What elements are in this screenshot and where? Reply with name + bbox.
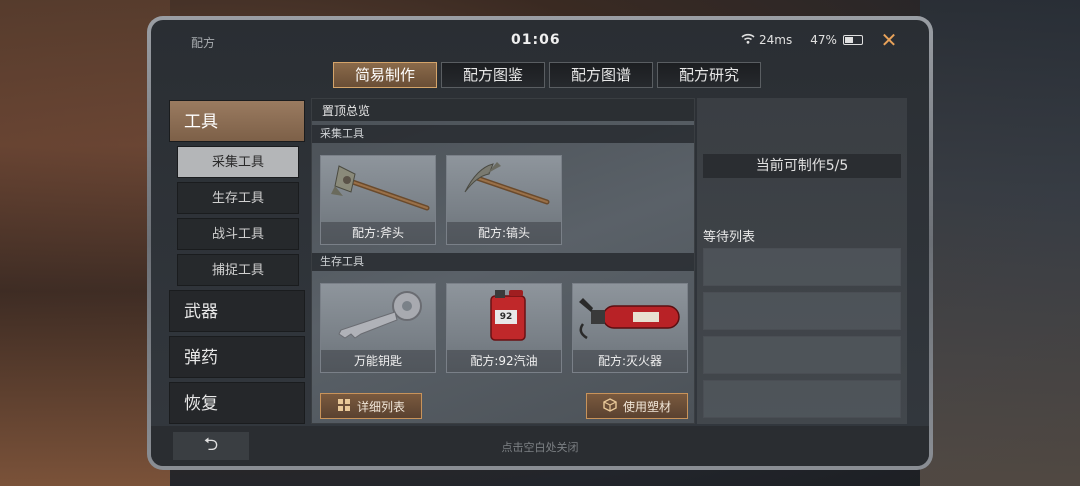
handheld-device-frame: 配方 01:06 24ms 47% ✕ 简易制作 配方图鉴 配方图谱 配方研究 … <box>147 16 933 470</box>
subcategory-survival-tools[interactable]: 生存工具 <box>177 182 299 214</box>
use-plastic-label: 使用塑材 <box>622 399 671 414</box>
background-left <box>0 0 170 486</box>
status-indicators: 24ms 47% <box>741 33 863 47</box>
subcategory-capture-tools[interactable]: 捕捉工具 <box>177 254 299 286</box>
crafting-screen: 配方 01:06 24ms 47% ✕ 简易制作 配方图鉴 配方图谱 配方研究 … <box>151 20 929 466</box>
grid-icon <box>337 398 351 415</box>
recipe-card-fire-extinguisher[interactable]: 配方:灭火器 <box>572 283 688 373</box>
tab-recipe-codex[interactable]: 配方图鉴 <box>441 62 545 88</box>
battery-icon <box>842 35 863 45</box>
tab-recipe-atlas[interactable]: 配方图谱 <box>549 62 653 88</box>
use-plastic-button[interactable]: 使用塑材 <box>586 393 688 419</box>
subcategory-gathering-tools[interactable]: 采集工具 <box>177 146 299 178</box>
pickaxe-icon <box>447 156 561 224</box>
pinned-overview-title: 置顶总览 <box>322 104 371 118</box>
category-weapons[interactable]: 武器 <box>169 290 305 332</box>
close-hint[interactable]: 点击空白处关闭 <box>151 439 929 455</box>
background-right <box>920 0 1080 486</box>
axe-icon <box>321 156 435 224</box>
back-button[interactable]: ⮌ <box>173 432 249 460</box>
queue-slot[interactable] <box>703 380 901 418</box>
crafting-queue-panel: 当前可制作5/5 等待列表 <box>697 98 907 424</box>
waiting-list-title: 等待列表 <box>703 230 756 245</box>
queue-slot[interactable] <box>703 248 901 286</box>
key-icon <box>321 284 435 352</box>
tab-bar: 简易制作 配方图鉴 配方图谱 配方研究 <box>333 62 761 88</box>
recipe-card-label: 配方:92汽油 <box>447 350 561 372</box>
recipe-card-label: 配方:斧头 <box>321 222 435 244</box>
section-gathering-tools: 采集工具 <box>312 125 694 143</box>
details-list-label: 详细列表 <box>356 399 405 414</box>
category-recovery[interactable]: 恢复 <box>169 382 305 424</box>
recipe-card-92-gasoline[interactable]: 92 配方:92汽油 <box>446 283 562 373</box>
craftable-count: 当前可制作5/5 <box>703 154 901 178</box>
recipe-list-panel: 置顶总览 采集工具 配方:斧头 配方:镐头 生存工具 万能钥匙 92 配方:92… <box>311 98 695 424</box>
screen-title: 配方 <box>191 36 216 50</box>
tab-simple-craft[interactable]: 简易制作 <box>333 62 437 88</box>
details-list-button[interactable]: 详细列表 <box>320 393 422 419</box>
category-tools[interactable]: 工具 <box>169 100 305 142</box>
ping-value: 24ms <box>759 33 793 47</box>
box-icon <box>603 397 617 415</box>
fire-extinguisher-icon <box>573 284 687 352</box>
recipe-card-pickaxe[interactable]: 配方:镐头 <box>446 155 562 245</box>
queue-slot[interactable] <box>703 292 901 330</box>
wifi-icon <box>741 33 755 47</box>
recipe-card-master-key[interactable]: 万能钥匙 <box>320 283 436 373</box>
recipe-card-label: 配方:镐头 <box>447 222 561 244</box>
queue-slot[interactable] <box>703 336 901 374</box>
pinned-overview-header: 置顶总览 <box>312 99 694 121</box>
bottom-bar: 点击空白处关闭 ⮌ <box>151 426 929 466</box>
category-sidebar: 工具 采集工具 生存工具 战斗工具 捕捉工具 武器 弹药 恢复 <box>169 100 305 428</box>
battery-percent: 47% <box>810 33 837 47</box>
recipe-card-axe[interactable]: 配方:斧头 <box>320 155 436 245</box>
tab-recipe-research[interactable]: 配方研究 <box>657 62 761 88</box>
fuel-can-icon: 92 <box>447 284 561 352</box>
recipe-card-label: 万能钥匙 <box>321 350 435 372</box>
subcategory-combat-tools[interactable]: 战斗工具 <box>177 218 299 250</box>
status-bar: 配方 01:06 24ms 47% ✕ <box>151 20 929 64</box>
section-survival-tools: 生存工具 <box>312 253 694 271</box>
close-icon[interactable]: ✕ <box>879 30 899 50</box>
fuel-can-label: 92 <box>499 312 513 322</box>
clock: 01:06 <box>511 32 561 48</box>
back-arrow-icon: ⮌ <box>203 434 219 455</box>
recipe-card-label: 配方:灭火器 <box>573 350 687 372</box>
category-ammo[interactable]: 弹药 <box>169 336 305 378</box>
